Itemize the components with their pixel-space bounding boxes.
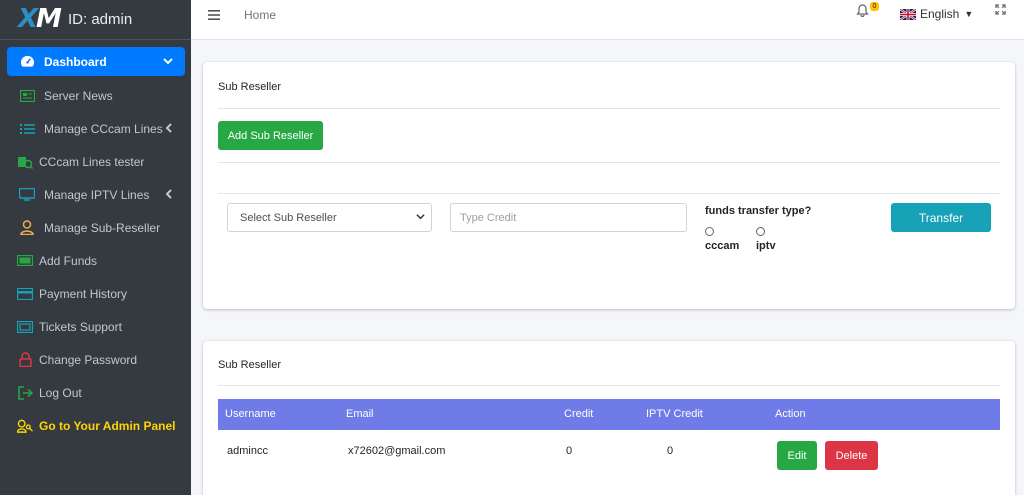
- chevron-left-icon: [165, 188, 173, 202]
- sidebar-item-label: Server News: [44, 88, 113, 103]
- sidebar-item-change-password[interactable]: Change Password: [7, 343, 185, 376]
- sidebar-item-dashboard[interactable]: Dashboard: [7, 47, 185, 76]
- sidebar-item-manage-cccam-lines[interactable]: Manage CCcam Lines: [7, 112, 185, 145]
- caret-down-icon: ▼: [964, 9, 974, 19]
- sidebar-item-label: Manage CCcam Lines: [44, 121, 163, 136]
- brand-title: ID: admin: [68, 11, 133, 28]
- sidebar-item-server-news[interactable]: Server News: [7, 79, 185, 112]
- dashboard-icon: [19, 54, 35, 70]
- cell-username: admincc: [227, 445, 268, 457]
- cell-email: x72602@gmail.com: [348, 445, 446, 457]
- column-header-action: Action: [775, 408, 806, 420]
- fullscreen-icon[interactable]: [995, 4, 1006, 18]
- sidebar-item-add-funds[interactable]: Add Funds: [7, 244, 185, 277]
- transfer-card: Sub Reseller Add Sub Reseller Select Sub…: [203, 62, 1015, 309]
- sidebar-item-payment-history[interactable]: Payment History: [7, 277, 185, 310]
- radio-cccam[interactable]: [705, 227, 714, 236]
- select-value: Select Sub Reseller: [240, 211, 337, 224]
- cell-iptv-credit: 0: [667, 445, 674, 457]
- notification-badge: 0: [870, 2, 879, 11]
- sidebar-item-label: CCcam Lines tester: [39, 154, 145, 169]
- column-header-email: Email: [346, 408, 374, 420]
- card-title: Sub Reseller: [218, 81, 281, 93]
- ticket-icon: [17, 319, 33, 335]
- sidebar-item-manage-iptv-lines[interactable]: Manage IPTV Lines: [7, 178, 185, 211]
- sidebar-item-label: Go to Your Admin Panel: [39, 418, 176, 433]
- transfer-button[interactable]: Transfer: [891, 203, 991, 232]
- column-header-credit: Credit: [564, 408, 594, 420]
- card-icon: [17, 286, 33, 302]
- divider: [218, 162, 1000, 163]
- sidebar: XM ID: admin Dashboard Server News Manag…: [0, 0, 191, 495]
- user-icon: [19, 220, 35, 236]
- divider: [218, 385, 1000, 386]
- chevron-down-icon: [163, 55, 173, 69]
- cell-credit: 0: [566, 445, 573, 457]
- tv-icon: [19, 187, 35, 203]
- sidebar-item-label: Change Password: [39, 352, 138, 367]
- table-header: Username Email Credit IPTV Credit Action: [218, 399, 1000, 430]
- radio-label-iptv: iptv: [756, 240, 776, 252]
- divider: [218, 108, 1000, 109]
- money-icon: [17, 253, 33, 269]
- language-dropdown[interactable]: English ▼: [899, 7, 974, 21]
- brand[interactable]: XM ID: admin: [0, 0, 191, 40]
- radio-iptv[interactable]: [756, 227, 765, 236]
- sidebar-item-label: Log Out: [39, 385, 82, 400]
- funds-transfer-type-label: funds transfer type?: [705, 205, 812, 217]
- brand-logo: XM: [18, 3, 62, 34]
- column-header-username: Username: [225, 408, 276, 420]
- sidebar-item-label: Payment History: [39, 286, 128, 301]
- logout-icon: [17, 385, 33, 401]
- credit-placeholder: Type Credit: [460, 211, 517, 224]
- uk-flag-icon: [899, 7, 917, 21]
- language-label: English: [920, 7, 960, 21]
- edit-button[interactable]: Edit: [777, 441, 817, 470]
- sidebar-item-admin-panel[interactable]: Go to Your Admin Panel: [7, 409, 185, 442]
- sidebar-nav: Dashboard Server News Manage CCcam Lines: [0, 40, 191, 442]
- sidebar-item-cccam-lines-tester[interactable]: CCcam Lines tester: [7, 145, 185, 178]
- sidebar-item-log-out[interactable]: Log Out: [7, 376, 185, 409]
- list-icon: [19, 121, 35, 137]
- sidebar-item-label: Dashboard: [44, 54, 107, 69]
- delete-button[interactable]: Delete: [825, 441, 878, 470]
- lock-icon: [17, 352, 33, 368]
- sidebar-item-tickets-support[interactable]: Tickets Support: [7, 310, 185, 343]
- news-icon: [19, 88, 35, 104]
- add-sub-reseller-button[interactable]: Add Sub Reseller: [218, 121, 323, 150]
- sidebar-item-label: Manage Sub-Reseller: [44, 220, 161, 235]
- sidebar-item-label: Manage IPTV Lines: [44, 187, 150, 202]
- admin-key-icon: [17, 418, 33, 434]
- card-title: Sub Reseller: [218, 359, 281, 371]
- column-header-iptv-credit: IPTV Credit: [646, 408, 703, 420]
- home-link[interactable]: Home: [244, 8, 276, 22]
- sidebar-item-label: Tickets Support: [39, 319, 122, 334]
- sub-reseller-select[interactable]: Select Sub Reseller: [227, 203, 432, 232]
- sidebar-item-label: Add Funds: [39, 253, 98, 268]
- radio-label-cccam: cccam: [705, 240, 740, 252]
- sidebar-item-manage-sub-reseller[interactable]: Manage Sub-Reseller: [7, 211, 185, 244]
- chevron-left-icon: [165, 122, 173, 136]
- tester-icon: [17, 154, 33, 170]
- sub-reseller-table-card: Sub Reseller Username Email Credit IPTV …: [203, 341, 1015, 495]
- top-navbar: Home 0 English ▼: [191, 0, 1024, 40]
- divider: [218, 193, 1000, 194]
- credit-input[interactable]: Type Credit: [450, 203, 687, 232]
- menu-toggle-icon[interactable]: [208, 7, 220, 25]
- chevron-down-icon: [416, 212, 425, 224]
